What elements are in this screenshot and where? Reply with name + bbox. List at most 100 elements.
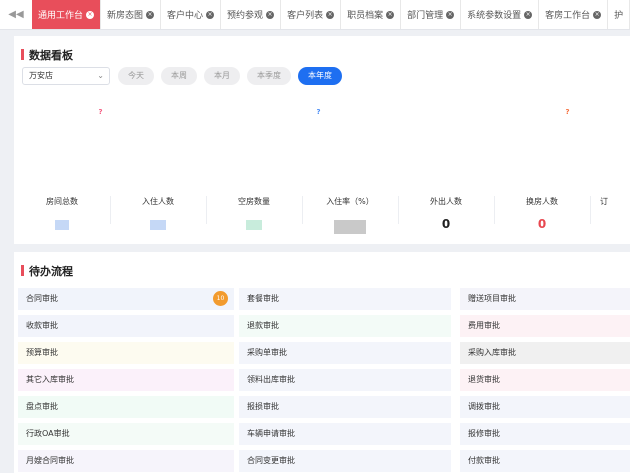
todo-item-label: 月嫂合同审批 bbox=[26, 456, 74, 465]
todo-item-label: 领料出库审批 bbox=[247, 375, 295, 384]
tab-label: 预约参观 bbox=[227, 11, 264, 21]
todo-item-label: 付款审批 bbox=[468, 456, 500, 465]
todo-item-label: 报损审批 bbox=[247, 402, 279, 411]
todo-title: 待办流程 bbox=[21, 263, 73, 279]
tab-item[interactable]: 护 bbox=[608, 0, 630, 29]
stat-item: 外出人数 0 bbox=[398, 186, 494, 238]
card-label: 已入住客房数? bbox=[512, 106, 572, 117]
stat-label: 空房数量 bbox=[238, 197, 270, 206]
tab-item[interactable]: 系统参数设置 × bbox=[461, 0, 540, 29]
todo-item[interactable]: 采购入库审批 bbox=[460, 342, 630, 364]
tab-item[interactable]: 职员档案 × bbox=[341, 0, 402, 29]
card-value: 2 bbox=[271, 138, 305, 156]
period-pill[interactable]: 本月 bbox=[204, 67, 240, 85]
stat-label: 入住率（%） bbox=[326, 197, 374, 206]
todo-item-label: 车辆申请审批 bbox=[247, 429, 295, 438]
tab-item[interactable]: 部门管理 × bbox=[401, 0, 462, 29]
todo-item[interactable]: 付款审批 bbox=[460, 450, 630, 472]
stat-label: 入住人数 bbox=[142, 197, 174, 206]
todo-item[interactable]: 领料出库审批 bbox=[239, 369, 451, 391]
tab-scroll-left-icon[interactable]: ◀◀ bbox=[0, 0, 32, 29]
stat-label: 房间总数 bbox=[46, 197, 78, 206]
help-icon[interactable]: ? bbox=[563, 108, 572, 117]
tab-label: 新房态图 bbox=[107, 11, 144, 21]
tab-item[interactable]: 客户列表 × bbox=[281, 0, 342, 29]
card-value: 1 bbox=[29, 138, 115, 156]
todo-item[interactable]: 月嫂合同审批 bbox=[18, 450, 234, 472]
todo-item[interactable]: 行政OA审批 bbox=[18, 423, 234, 445]
tab-label: 系统参数设置 bbox=[467, 11, 522, 21]
blurred-value bbox=[150, 220, 166, 230]
todo-item-label: 其它入库审批 bbox=[26, 375, 74, 384]
todo-item-label: 报修审批 bbox=[468, 429, 500, 438]
tabs: 通用工作台 × 新房态图 × 客户中心 × 预约参观 × 客户列表 × 职员档案 × 部门管理 × 系统参数… bbox=[32, 0, 630, 29]
tab-bar: ◀◀ 通用工作台 × 新房态图 × 客户中心 × 预约参观 × 客户列表 × 职员档案 × 部门管理 × 系… bbox=[0, 0, 630, 30]
help-icon[interactable]: ? bbox=[96, 108, 105, 117]
card-total-customers: 客户总数量? 2 bbox=[262, 96, 488, 174]
period-pills: 今天 本周 本月 本季度 本年度 bbox=[118, 67, 349, 85]
tab-label: 客户列表 bbox=[287, 11, 324, 21]
todo-panel: 待办流程 合同审批 10 套餐审批 赠送项目审批收款审批 退款审批 费用审批预算审批 采购单… bbox=[14, 252, 630, 473]
period-pill[interactable]: 今天 bbox=[118, 67, 154, 85]
todo-item[interactable]: 报损审批 bbox=[239, 396, 451, 418]
todo-item[interactable]: 合同审批 10 bbox=[18, 288, 234, 310]
todo-item[interactable]: 合同变更审批 bbox=[239, 450, 451, 472]
period-pill[interactable]: 本年度 bbox=[298, 67, 342, 85]
close-tab-icon[interactable]: × bbox=[386, 10, 395, 19]
todo-item[interactable]: 退货审批 bbox=[460, 369, 630, 391]
todo-item-label: 行政OA审批 bbox=[26, 429, 70, 438]
store-select[interactable]: 万安店 ⌄ bbox=[22, 67, 110, 85]
todo-item-label: 退款审批 bbox=[247, 321, 279, 330]
todo-item[interactable]: 收款审批 bbox=[18, 315, 234, 337]
todo-item[interactable]: 预算审批 bbox=[18, 342, 234, 364]
close-tab-icon[interactable]: × bbox=[524, 10, 533, 19]
tab-item[interactable]: 新房态图 × bbox=[101, 0, 162, 29]
tab-label: 客户中心 bbox=[167, 11, 204, 21]
period-pill[interactable]: 本季度 bbox=[247, 67, 291, 85]
close-tab-icon[interactable]: × bbox=[593, 10, 602, 19]
tab-item[interactable]: 客房工作台 × bbox=[539, 0, 609, 29]
todo-item[interactable]: 退款审批 bbox=[239, 315, 451, 337]
stats-row: 房间总数 入住人数 空房数量 入住率（%） 外出人数 0 换房人数 0 订 bbox=[14, 186, 630, 238]
stat-item: 入住人数 bbox=[110, 186, 206, 238]
todo-item[interactable]: 盘点审批 bbox=[18, 396, 234, 418]
todo-item[interactable]: 采购单审批 bbox=[239, 342, 451, 364]
close-tab-icon[interactable]: × bbox=[146, 10, 155, 19]
period-pill[interactable]: 本周 bbox=[161, 67, 197, 85]
card-occupied-rooms: 已入住客房数? bbox=[503, 96, 630, 174]
todo-item-label: 采购入库审批 bbox=[468, 348, 516, 357]
tab-label: 部门管理 bbox=[407, 11, 444, 21]
todo-item[interactable]: 调拨审批 bbox=[460, 396, 630, 418]
todo-item-label: 费用审批 bbox=[468, 321, 500, 330]
tab-item[interactable]: 客户中心 × bbox=[161, 0, 222, 29]
stat-value: 0 bbox=[537, 217, 547, 231]
close-tab-icon[interactable]: × bbox=[86, 10, 95, 19]
todo-item[interactable]: 费用审批 bbox=[460, 315, 630, 337]
close-tab-icon[interactable]: × bbox=[206, 10, 215, 19]
todo-item[interactable]: 赠送项目审批 bbox=[460, 288, 630, 310]
todo-item-label: 退货审批 bbox=[468, 375, 500, 384]
help-icon[interactable]: ? bbox=[314, 108, 323, 117]
close-tab-icon[interactable]: × bbox=[446, 10, 455, 19]
todo-item-label: 调拨审批 bbox=[468, 402, 500, 411]
todo-item-label: 套餐审批 bbox=[247, 294, 279, 303]
blurred-value bbox=[512, 141, 528, 154]
tab-label: 客房工作台 bbox=[545, 11, 591, 21]
todo-item[interactable]: 套餐审批 bbox=[239, 288, 451, 310]
tab-label: 护 bbox=[614, 11, 624, 21]
todo-item-label: 合同审批 bbox=[26, 294, 58, 303]
todo-item[interactable]: 其它入库审批 bbox=[18, 369, 234, 391]
tab-item[interactable]: 通用工作台 × bbox=[32, 0, 102, 29]
blurred-value bbox=[246, 220, 262, 230]
close-tab-icon[interactable]: × bbox=[266, 10, 275, 19]
stat-item: 房间总数 bbox=[14, 186, 110, 238]
dashboard-title: 数据看板 bbox=[21, 47, 73, 63]
tab-item[interactable]: 预约参观 × bbox=[221, 0, 282, 29]
todo-item[interactable]: 车辆申请审批 bbox=[239, 423, 451, 445]
todo-item-label: 合同变更审批 bbox=[247, 456, 295, 465]
stat-label: 外出人数 bbox=[430, 197, 462, 206]
close-tab-icon[interactable]: × bbox=[326, 10, 335, 19]
todo-item-label: 采购单审批 bbox=[247, 348, 287, 357]
blurred-value bbox=[55, 220, 69, 230]
todo-item[interactable]: 报修审批 bbox=[460, 423, 630, 445]
